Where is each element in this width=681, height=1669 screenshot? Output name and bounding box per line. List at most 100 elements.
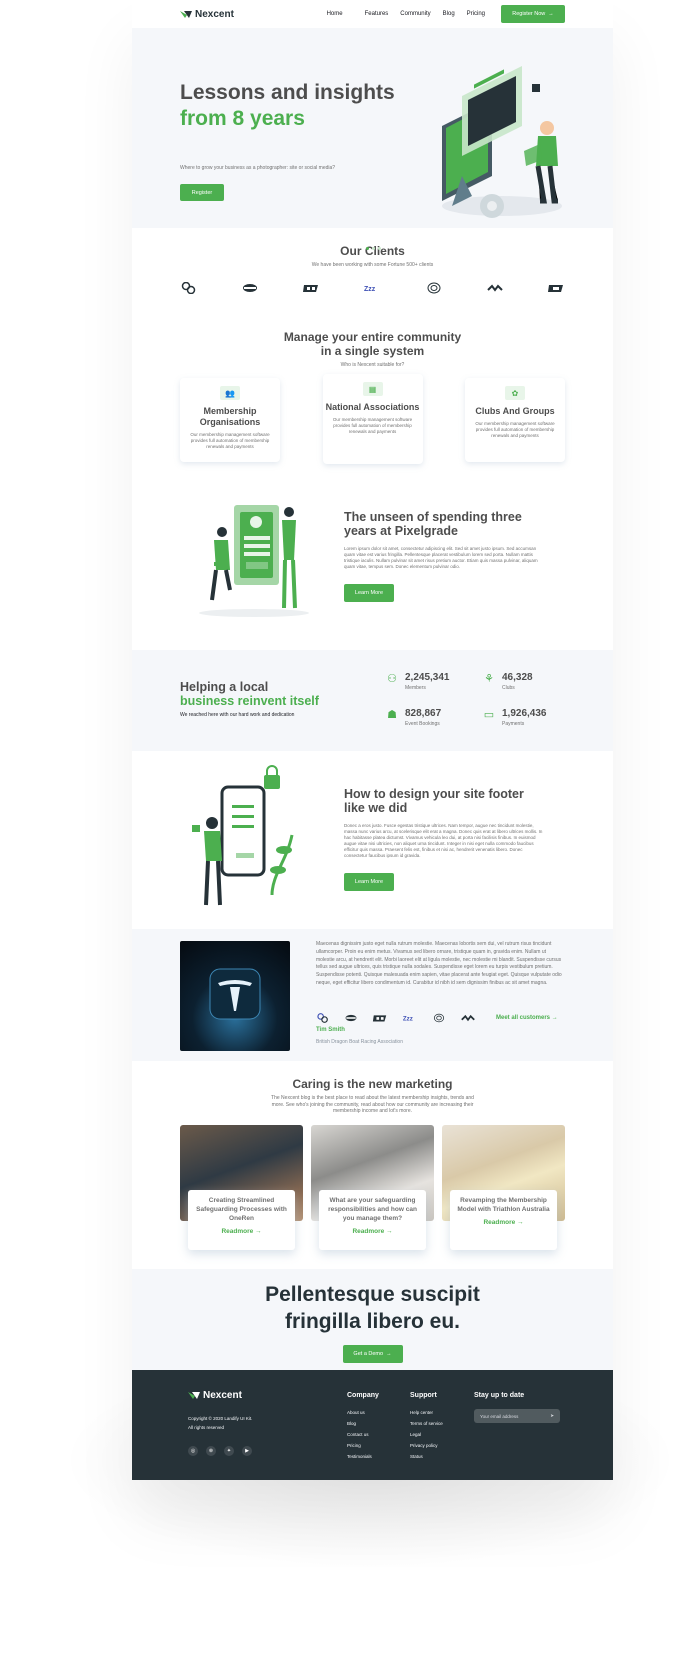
footer-support-column: Support Help center Terms of service Leg… <box>410 1392 443 1462</box>
feature-text: The unseen of spending three years at Pi… <box>344 510 544 602</box>
stat-payments: ▭ 1,926,436 Payments <box>482 708 547 727</box>
nav-blog[interactable]: Blog <box>443 11 455 17</box>
signup-illustration <box>199 505 309 617</box>
community-title-line2: in a single system <box>320 344 425 358</box>
testimonial-company: British Dragon Boat Racing Association <box>316 1039 403 1045</box>
meet-all-customers-label: Meet all customers <box>496 1015 551 1021</box>
nav-home[interactable]: Home <box>327 11 343 17</box>
stat-value: 1,926,436 <box>502 708 547 719</box>
nav-pricing[interactable]: Pricing <box>467 11 485 17</box>
readmore-link[interactable]: Readmore → <box>325 1228 420 1235</box>
blog-post-card[interactable]: Revamping the Membership Model with Tria… <box>442 1124 565 1250</box>
testimonial-author: Tim Smith <box>316 1027 345 1033</box>
card-clubs-and-groups[interactable]: ✿ Clubs And Groups Our membership manage… <box>465 378 565 462</box>
hero-carousel-dots[interactable] <box>366 247 381 250</box>
stats-title-line1: Helping a local <box>180 680 269 694</box>
hero-section: Lessons and insights from 8 years Where … <box>132 28 613 250</box>
post-title: Creating Streamlined Safeguarding Proces… <box>196 1196 287 1222</box>
tesla-logo-icon <box>209 968 261 1020</box>
event-bookings-icon: ☗ <box>387 709 397 721</box>
register-now-button[interactable]: Register Now → <box>501 5 565 23</box>
brand-logo[interactable]: Nexcent <box>180 9 234 20</box>
footer-copyright: Copyright © 2020 Landify UI Kit. All rig… <box>188 1414 252 1432</box>
community-subtitle: Who is Nexcent suitable for? <box>340 362 405 368</box>
client-logo-1-icon <box>317 1013 328 1023</box>
readmore-label: Readmore <box>221 1227 254 1235</box>
footer-link-privacy[interactable]: Privacy policy <box>410 1440 443 1451</box>
register-now-label: Register Now <box>512 11 546 17</box>
client-logo-3-icon <box>303 285 319 292</box>
hero-title-line2: from 8 years <box>180 107 305 130</box>
blog-subtitle: The Nexcent blog is the best place to re… <box>271 1095 474 1114</box>
blog-post-card[interactable]: Creating Streamlined Safeguarding Proces… <box>180 1124 303 1250</box>
meet-all-customers-link[interactable]: Meet all customers → <box>496 1015 558 1021</box>
testimonial-section: Maecenas dignissim justo eget nulla rutr… <box>132 929 613 1061</box>
hands-icon: ✿ <box>505 386 525 400</box>
instagram-icon[interactable]: ◎ <box>188 1446 198 1456</box>
post-title: What are your safeguarding responsibilit… <box>328 1196 417 1222</box>
card-national-associations[interactable]: ▦ National Associations Our membership m… <box>322 374 423 464</box>
carousel-dot-active[interactable] <box>366 247 369 250</box>
leaf-logo-icon <box>180 10 192 18</box>
footer-company-column: Company About us Blog Contact us Pricing… <box>347 1392 379 1462</box>
testimonial-quote: Maecenas dignissim justo eget nulla rutr… <box>316 941 562 986</box>
footer-logo[interactable]: Nexcent <box>188 1390 242 1401</box>
send-icon[interactable]: ➤ <box>550 1413 554 1419</box>
twitter-icon[interactable]: ✦ <box>224 1446 234 1456</box>
column-title: Support <box>410 1392 437 1399</box>
arrow-right-icon: → <box>255 1227 262 1235</box>
nav-community[interactable]: Community <box>400 11 430 17</box>
footer-link-legal[interactable]: Legal <box>410 1429 443 1440</box>
footer-link-blog[interactable]: Blog <box>347 1418 379 1429</box>
client-logo-1-icon <box>181 282 196 294</box>
feature-body: Lorem ipsum dolor sit amet, consectetur … <box>344 546 538 569</box>
footer-link-contact[interactable]: Contact us <box>347 1429 379 1440</box>
rights-text: All rights reserved <box>188 1425 225 1430</box>
readmore-link[interactable]: Readmore → <box>456 1219 551 1226</box>
community-title-line1: Manage your entire community <box>283 330 462 344</box>
footer-link-testimonials[interactable]: Testimonials <box>347 1451 379 1462</box>
dribbble-icon[interactable]: ⊛ <box>206 1446 216 1456</box>
column-title: Company <box>347 1392 379 1399</box>
nav-features[interactable]: Features <box>365 11 389 17</box>
stats-title-line2: business reinvent itself <box>180 694 319 708</box>
card-description: Our membership management software provi… <box>475 421 555 438</box>
blog-title: Caring is the new marketing <box>292 1077 453 1091</box>
card-membership-organisations[interactable]: 👥 Membership Organisations Our membershi… <box>180 378 280 462</box>
learn-more-button[interactable]: Learn More <box>344 584 394 602</box>
footer-link-pricing[interactable]: Pricing <box>347 1440 379 1451</box>
readmore-link[interactable]: Readmore → <box>194 1228 289 1235</box>
hero-register-button[interactable]: Register <box>180 184 224 201</box>
readmore-label: Readmore <box>352 1227 385 1235</box>
stat-value: 46,328 <box>502 672 533 683</box>
blog-posts: Creating Streamlined Safeguarding Proces… <box>132 1124 613 1250</box>
youtube-icon[interactable]: ▶ <box>242 1446 252 1456</box>
get-a-demo-label: Get a Demo <box>353 1351 384 1357</box>
stat-value: 828,867 <box>405 708 442 719</box>
site-footer: Nexcent Copyright © 2020 Landify UI Kit.… <box>132 1370 613 1480</box>
card-title: National Associations <box>325 402 420 412</box>
client-logo-4-icon: Zzz <box>364 286 376 293</box>
get-a-demo-button[interactable]: Get a Demo → <box>342 1345 403 1363</box>
carousel-dot[interactable] <box>372 247 375 250</box>
post-info: What are your safeguarding responsibilit… <box>319 1189 426 1250</box>
newsletter-email-input[interactable]: Your email address ➤ <box>474 1409 560 1423</box>
blog-post-card[interactable]: What are your safeguarding responsibilit… <box>311 1124 434 1250</box>
stat-label: Payments <box>502 721 525 727</box>
social-links: ◎ ⊛ ✦ ▶ <box>188 1446 252 1456</box>
carousel-dot[interactable] <box>378 247 381 250</box>
footer-link-status[interactable]: Status <box>410 1451 443 1462</box>
cta-title-line2: fringilla libero eu. <box>284 1310 461 1333</box>
footer-link-help-center[interactable]: Help center <box>410 1407 443 1418</box>
learn-more-button[interactable]: Learn More <box>344 873 394 891</box>
footer-brand-name: Nexcent <box>203 1390 242 1401</box>
card-description: Our membership management software provi… <box>332 417 413 434</box>
cta-section: Pellentesque suscipit fringilla libero e… <box>132 1269 613 1370</box>
client-logo-3-icon <box>372 1015 387 1022</box>
building-icon: ▦ <box>362 382 383 396</box>
stats-section: Helping a local business reinvent itself… <box>132 650 613 751</box>
footer-link-about[interactable]: About us <box>347 1407 379 1418</box>
mobile-login-illustration <box>192 765 294 906</box>
blog-section: Caring is the new marketing The Nexcent … <box>132 1061 613 1269</box>
footer-link-terms[interactable]: Terms of service <box>410 1418 443 1429</box>
